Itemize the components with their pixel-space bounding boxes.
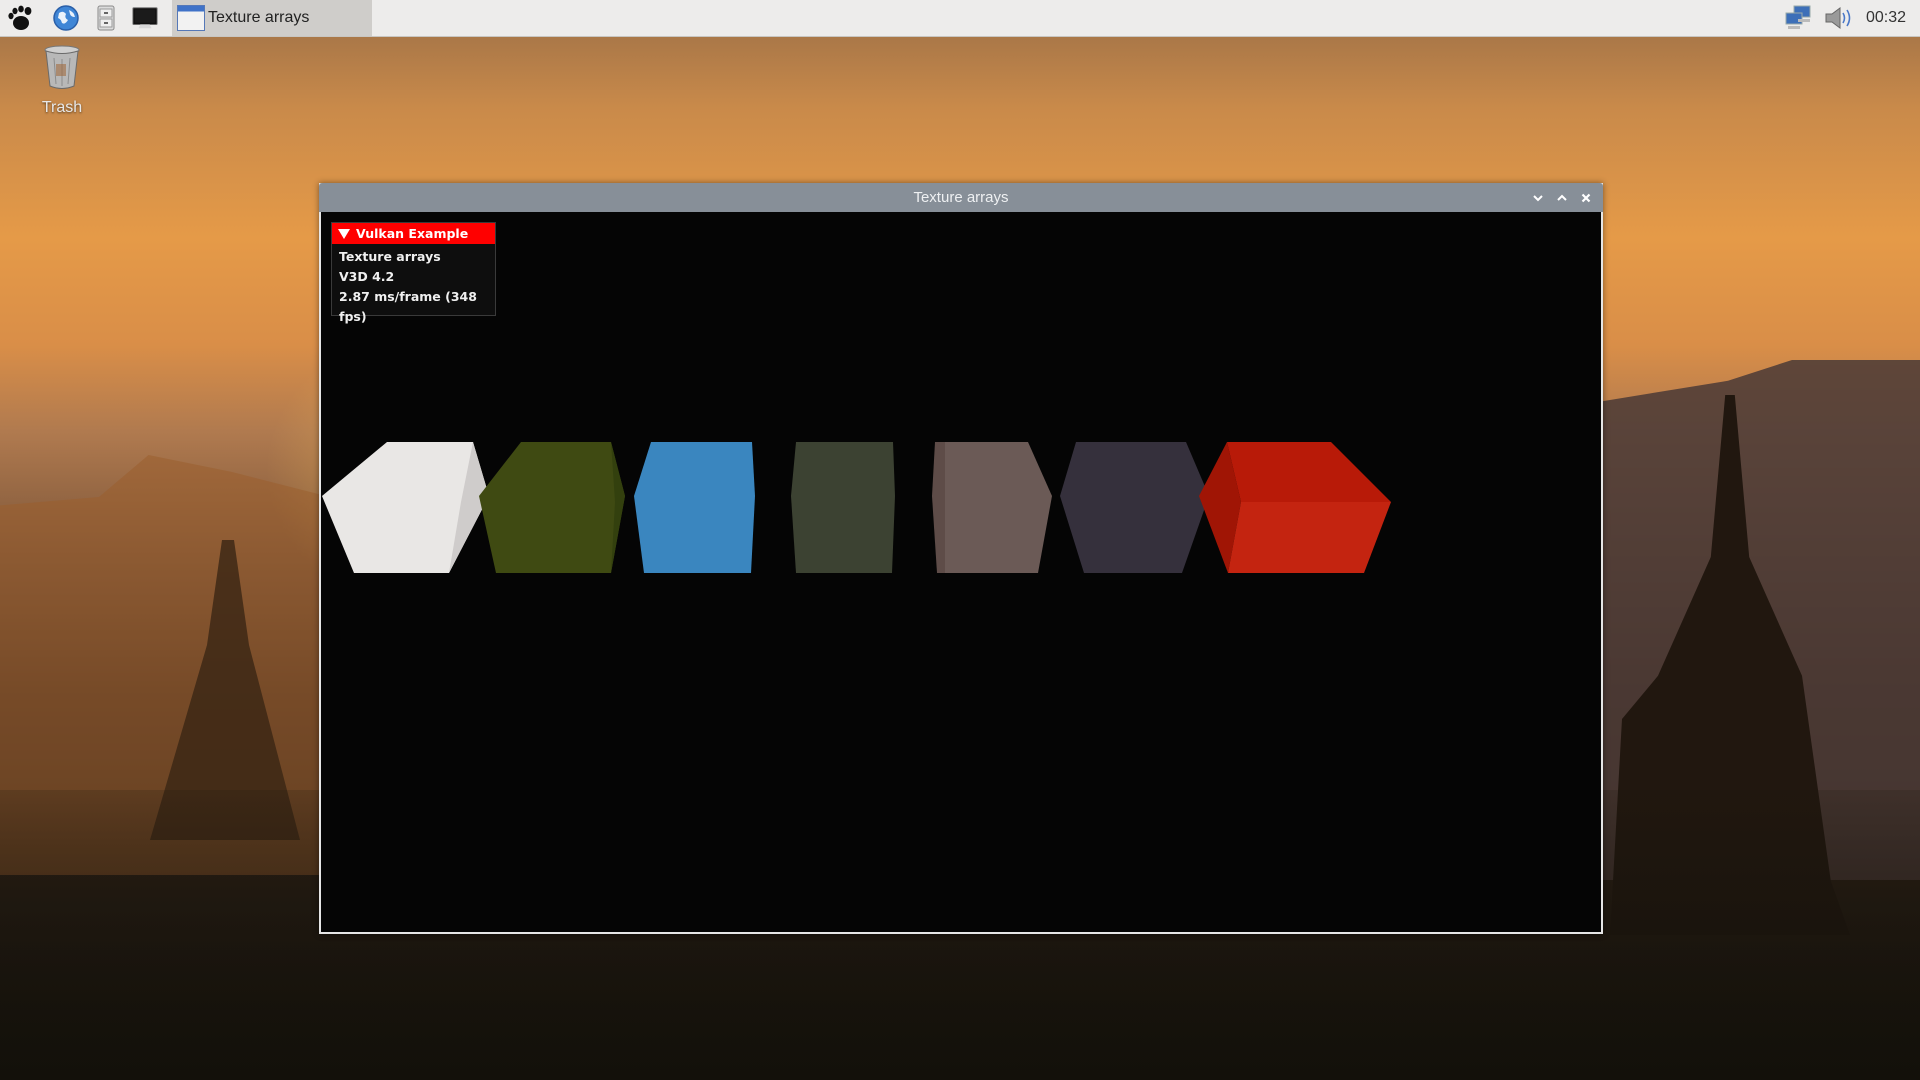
cube-face-right <box>1228 502 1391 573</box>
chevron-down-icon <box>1533 195 1543 202</box>
close-button[interactable] <box>1577 189 1595 207</box>
cube-scene <box>322 442 1391 573</box>
maximize-button[interactable] <box>1553 189 1571 207</box>
app-window: Texture arrays Vulkan Example Texture ar… <box>319 183 1603 934</box>
trash-icon <box>44 45 80 89</box>
minimize-button[interactable] <box>1529 189 1547 207</box>
gnome-foot-icon <box>8 5 32 30</box>
overlay-device-name: V3D 4.2 <box>339 269 395 284</box>
window-title: Texture arrays <box>913 189 1009 206</box>
menu-button[interactable] <box>6 4 34 32</box>
render-viewport[interactable]: Vulkan Example Texture arrays V3D 4.2 2.… <box>321 212 1601 932</box>
cube-face-left <box>932 442 945 573</box>
cube-water <box>634 442 755 573</box>
cube-grass <box>479 442 625 573</box>
cube-striped-rock <box>932 442 1052 573</box>
clock[interactable]: 00:32 <box>1866 9 1906 27</box>
cube-moss-rock <box>791 442 895 573</box>
taskbar-window-label: Texture arrays <box>208 9 310 26</box>
cube-lava <box>1199 442 1391 573</box>
window-icon <box>177 5 205 31</box>
web-browser-launcher[interactable] <box>52 4 80 32</box>
cube-snow <box>322 442 489 573</box>
cube-speckled-dark <box>1060 442 1209 573</box>
cube-face-top <box>634 442 755 573</box>
close-icon <box>1581 193 1591 203</box>
collapse-triangle-icon[interactable] <box>338 228 350 239</box>
filing-cabinet-icon <box>97 5 115 31</box>
desktop-icon-label: Trash <box>41 99 83 116</box>
taskbar-window-button[interactable]: Texture arrays <box>172 0 372 36</box>
cube-face-top <box>1227 442 1391 502</box>
system-tray: 00:32 <box>1782 0 1920 36</box>
chevron-up-icon <box>1557 194 1567 201</box>
file-manager-launcher[interactable] <box>92 4 120 32</box>
taskbar: Texture arrays 00:32 <box>0 0 1920 37</box>
window-titlebar[interactable]: Texture arrays <box>319 183 1603 212</box>
network-icon[interactable] <box>1782 4 1814 32</box>
desktop-icon-trash[interactable]: Trash <box>30 44 94 117</box>
cube-face-top <box>791 442 895 573</box>
overlay-header[interactable]: Vulkan Example <box>332 223 495 244</box>
overlay-frame-time: 2.87 ms/frame (348 fps) <box>339 289 477 324</box>
globe-icon <box>53 5 79 31</box>
cube-face-top <box>1060 442 1209 573</box>
overlay-title: Vulkan Example <box>356 226 469 241</box>
terminal-launcher[interactable] <box>131 4 159 32</box>
speaker-icon[interactable] <box>1822 4 1854 32</box>
cube-face-top <box>479 442 625 573</box>
monitor-icon <box>132 7 158 29</box>
vulkan-overlay-panel[interactable]: Vulkan Example Texture arrays V3D 4.2 2.… <box>331 222 496 324</box>
overlay-example-name: Texture arrays <box>339 249 441 264</box>
cube-face-top <box>945 442 1052 573</box>
